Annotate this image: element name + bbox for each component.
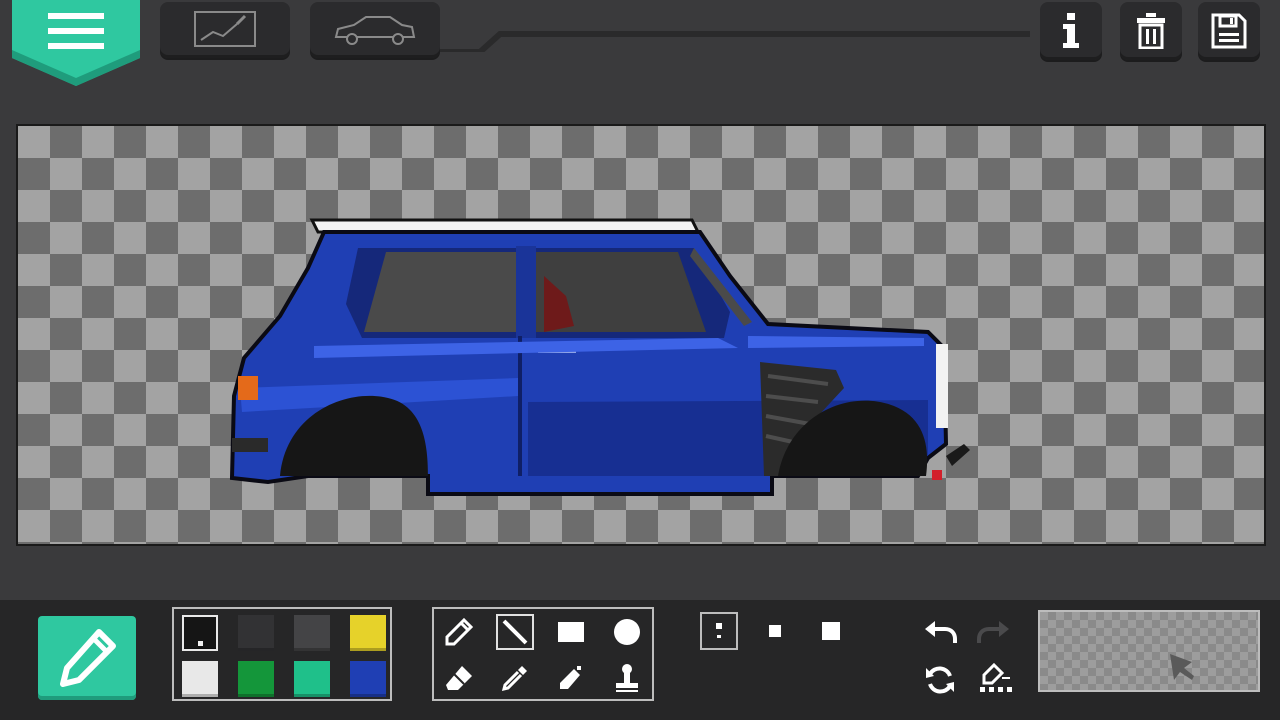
tool-spray[interactable]: [552, 660, 590, 696]
save-button[interactable]: [1198, 2, 1260, 60]
tool-circle[interactable]: [608, 614, 646, 650]
swatch-blue[interactable]: [350, 661, 386, 697]
rotate-button[interactable]: [920, 660, 960, 700]
drawing-canvas[interactable]: [16, 124, 1266, 546]
active-tool-pencil-button[interactable]: [38, 616, 136, 700]
swatch-black[interactable]: [182, 615, 218, 651]
undo-icon: [925, 621, 957, 643]
top-rail-decoration: [440, 31, 1030, 52]
swatch-dark-gray[interactable]: [238, 615, 274, 651]
trash-icon: [1137, 13, 1165, 49]
canvas-preview[interactable]: [1038, 610, 1260, 692]
tool-pencil[interactable]: [440, 614, 478, 650]
sketch-canvas-icon: [194, 11, 256, 47]
stamp-icon: [616, 664, 638, 692]
color-palette: [172, 607, 392, 701]
small-dot-icon: [716, 623, 722, 638]
brush-size-large[interactable]: [812, 612, 850, 650]
brush-size-small[interactable]: [700, 612, 738, 650]
pencil-icon: [60, 629, 116, 687]
car-outline-icon: [334, 16, 416, 45]
swatch-green[interactable]: [238, 661, 274, 697]
car-artwork: [229, 218, 970, 496]
menu-button[interactable]: [8, 0, 144, 88]
info-button[interactable]: [1040, 2, 1102, 60]
redo-icon: [977, 621, 1009, 643]
rectangle-icon: [558, 622, 584, 642]
tool-stamp[interactable]: [608, 660, 646, 696]
tab-car[interactable]: [310, 2, 440, 58]
info-icon: [1063, 13, 1079, 48]
tool-eyedropper[interactable]: [496, 660, 534, 696]
pencil-icon: [445, 617, 474, 646]
swatch-teal[interactable]: [294, 661, 330, 697]
cursor-icon: [1170, 654, 1194, 680]
eyedropper-icon: [501, 666, 527, 692]
line-icon: [502, 619, 528, 645]
tab-draw[interactable]: [160, 2, 290, 58]
undo-button[interactable]: [920, 612, 960, 652]
tool-rectangle[interactable]: [552, 614, 590, 650]
brush-size-medium[interactable]: [756, 612, 794, 650]
layer-fill-button[interactable]: [974, 660, 1014, 700]
selected-indicator: [198, 641, 203, 646]
layer-fill-icon: [980, 663, 1012, 692]
rotate-icon: [926, 666, 954, 694]
tool-line[interactable]: [496, 614, 534, 650]
eraser-icon: [446, 666, 472, 690]
swatch-yellow[interactable]: [350, 615, 386, 651]
redo-button[interactable]: [974, 612, 1014, 652]
tool-grid: [432, 607, 654, 701]
swatch-gray[interactable]: [294, 615, 330, 651]
circle-icon: [614, 619, 640, 645]
spray-can-icon: [560, 666, 581, 689]
top-bar: [0, 0, 1280, 100]
large-square-icon: [822, 622, 840, 640]
delete-button[interactable]: [1120, 2, 1182, 60]
floppy-disk-icon: [1211, 13, 1247, 49]
swatch-white[interactable]: [182, 661, 218, 697]
medium-square-icon: [769, 625, 781, 637]
tool-eraser[interactable]: [440, 660, 478, 696]
hamburger-icon: [48, 13, 104, 49]
